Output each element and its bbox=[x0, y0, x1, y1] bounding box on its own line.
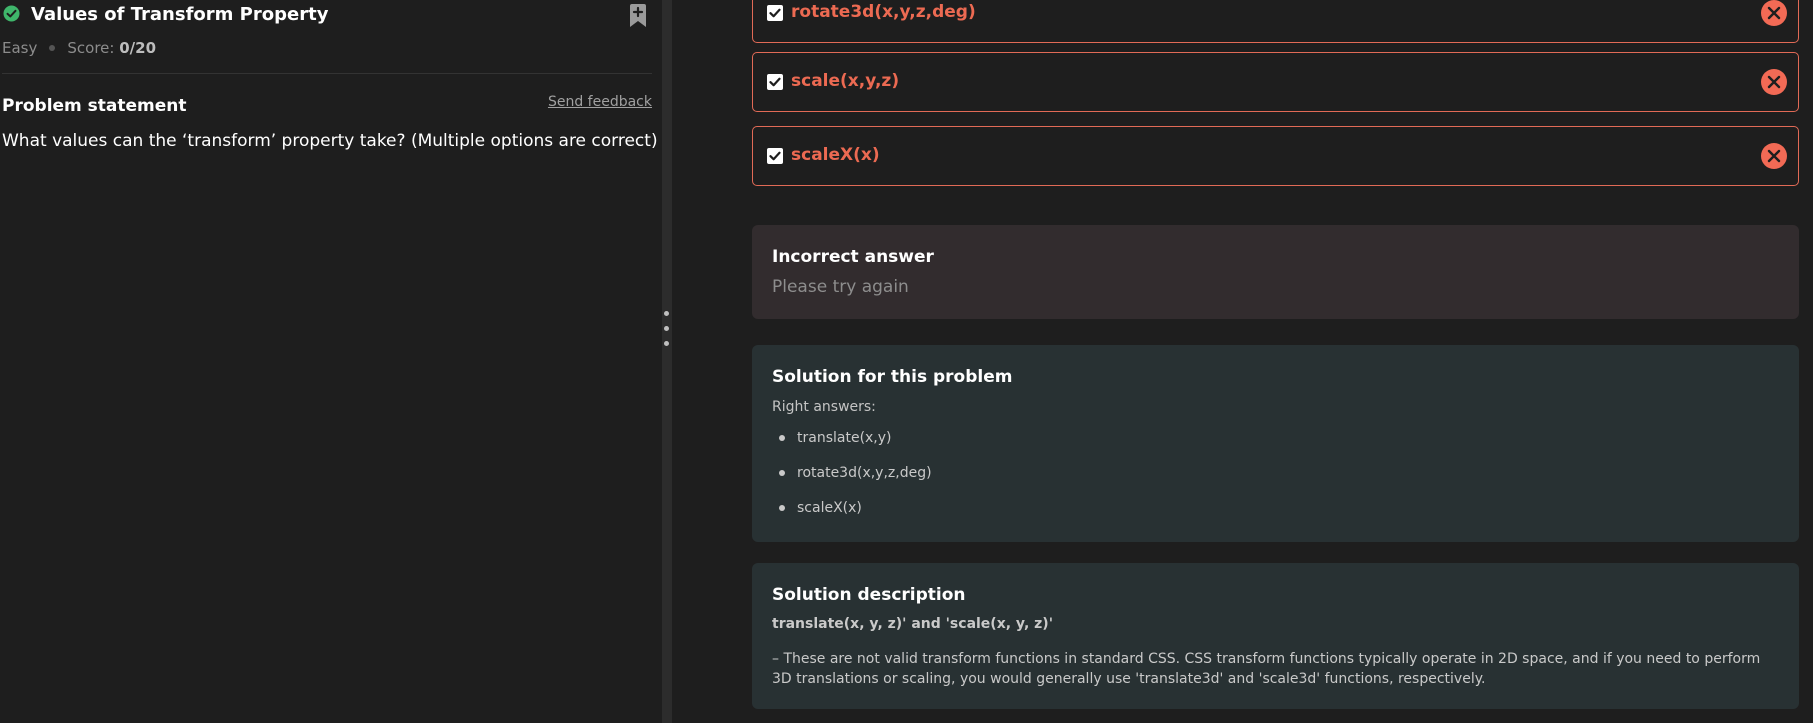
problem-panel: Values of Transform Property Easy Score: … bbox=[0, 0, 662, 723]
drag-handle-icon[interactable] bbox=[664, 311, 670, 351]
solution-description-card: Solution description translate(x, y, z)'… bbox=[752, 563, 1799, 709]
right-answers-list: translate(x,y) rotate3d(x,y,z,deg) scale… bbox=[772, 429, 932, 534]
option-scalex[interactable]: scaleX(x) bbox=[752, 126, 1799, 186]
description-title: Solution description bbox=[772, 585, 966, 605]
result-subtitle: Please try again bbox=[772, 277, 909, 297]
problem-title: Values of Transform Property bbox=[31, 4, 329, 25]
bookmark-add-icon[interactable] bbox=[628, 4, 648, 28]
description-subtitle: translate(x, y, z)' and 'scale(x, y, z)' bbox=[772, 616, 1053, 632]
option-label: scaleX(x) bbox=[791, 145, 880, 165]
checkbox-checked-icon[interactable] bbox=[767, 74, 783, 90]
list-item: rotate3d(x,y,z,deg) bbox=[772, 464, 932, 499]
separator-dot bbox=[49, 44, 56, 51]
check-circle-icon bbox=[3, 5, 20, 22]
problem-header: Values of Transform Property bbox=[3, 4, 648, 32]
divider bbox=[2, 73, 652, 74]
list-item: scaleX(x) bbox=[772, 499, 932, 534]
checkbox-checked-icon[interactable] bbox=[767, 148, 783, 164]
problem-question: What values can the ‘transform’ property… bbox=[2, 131, 658, 151]
option-scale[interactable]: scale(x,y,z) bbox=[752, 52, 1799, 112]
checkbox-checked-icon[interactable] bbox=[767, 5, 783, 21]
solution-title: Solution for this problem bbox=[772, 367, 1013, 387]
result-title: Incorrect answer bbox=[772, 247, 934, 267]
incorrect-x-icon bbox=[1761, 143, 1787, 169]
difficulty-label: Easy bbox=[2, 39, 38, 57]
option-label: rotate3d(x,y,z,deg) bbox=[791, 2, 976, 22]
result-card: Incorrect answer Please try again bbox=[752, 225, 1799, 319]
bullet-icon bbox=[779, 470, 785, 476]
panel-splitter[interactable] bbox=[662, 0, 672, 723]
incorrect-x-icon bbox=[1761, 0, 1787, 26]
problem-statement-title: Problem statement bbox=[2, 96, 187, 116]
score-label: Score: bbox=[67, 39, 115, 57]
answer-panel: rotate3d(x,y,z,deg) scale(x,y,z) scaleX(… bbox=[672, 0, 1813, 723]
score-value: 0/20 bbox=[119, 39, 157, 57]
problem-meta: Easy Score: 0/20 bbox=[2, 39, 156, 57]
list-item: translate(x,y) bbox=[772, 429, 932, 464]
description-body: – These are not valid transform function… bbox=[772, 651, 1761, 687]
option-label: scale(x,y,z) bbox=[791, 71, 900, 91]
right-answers-label: Right answers: bbox=[772, 399, 876, 415]
bullet-icon bbox=[779, 435, 785, 441]
answer-text: translate(x,y) bbox=[797, 430, 892, 446]
bullet-icon bbox=[779, 505, 785, 511]
solution-card: Solution for this problem Right answers:… bbox=[752, 345, 1799, 542]
answer-text: rotate3d(x,y,z,deg) bbox=[797, 465, 932, 481]
send-feedback-link[interactable]: Send feedback bbox=[548, 94, 652, 110]
incorrect-x-icon bbox=[1761, 69, 1787, 95]
answer-text: scaleX(x) bbox=[797, 500, 862, 516]
option-rotate3d[interactable]: rotate3d(x,y,z,deg) bbox=[752, 0, 1799, 43]
